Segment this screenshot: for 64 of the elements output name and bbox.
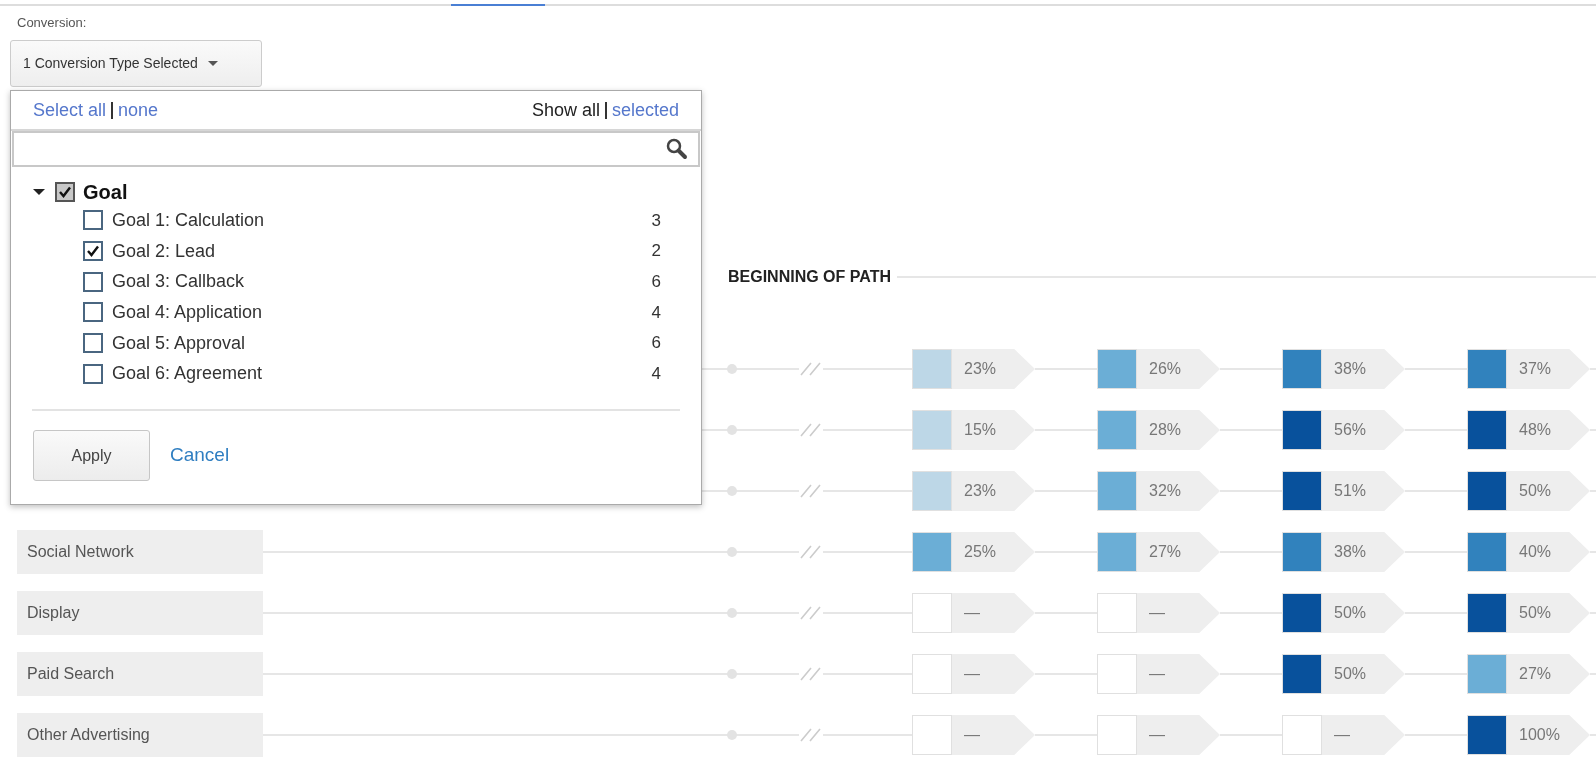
search-field[interactable] [12,131,700,167]
checkbox[interactable] [83,271,103,292]
percent-tag: 32% [1137,471,1220,511]
percent-tag: 50% [1507,593,1590,633]
checkbox[interactable] [55,182,75,202]
percent-tag: 25% [952,532,1035,572]
channel-label: Display [17,591,263,635]
percent-tag: 27% [1507,654,1590,694]
percent-tag: 51% [1322,471,1405,511]
checkbox[interactable] [83,363,103,384]
checkbox[interactable] [83,210,103,231]
percent-tag: 38% [1322,349,1405,389]
goal-label: Goal 4: Application [112,300,264,324]
percent-tag: 50% [1322,593,1405,633]
goal-count: 4 [651,301,661,324]
percent-tag: 50% [1507,471,1590,511]
conversion-dropdown[interactable]: 1 Conversion Type Selected [10,40,262,87]
percent-tag: 28% [1137,410,1220,450]
percent-tag: 27% [1137,532,1220,572]
checkbox[interactable] [83,302,103,323]
percent-tag: 38% [1322,532,1405,572]
goal-count: 4 [651,363,661,386]
percent-tag: — [1137,715,1220,755]
percent-tag: — [1137,593,1220,633]
goal-label: Goal 6: Agreement [112,362,264,386]
conversion-label: Conversion: [17,14,87,32]
expand-caret-icon[interactable] [33,189,45,195]
channel-label: Social Network [17,530,263,574]
goal-label: Goal 2: Lead [112,239,217,263]
percent-tag: — [1137,654,1220,694]
percent-tag: — [952,715,1035,755]
percent-tag: 37% [1507,349,1590,389]
percent-tag: 48% [1507,410,1590,450]
percent-tag: — [952,654,1035,694]
goal-count: 2 [651,240,661,263]
section-heading: BEGINNING OF PATH [728,267,891,287]
goal-label: Goal 1: Calculation [112,208,266,232]
percent-tag: 50% [1322,654,1405,694]
percent-tag: 15% [952,410,1035,450]
filter-link[interactable]: selected [611,96,679,124]
percent-tag: 56% [1322,410,1405,450]
checkbox[interactable] [83,333,103,354]
filter-link[interactable]: Show all [531,96,600,124]
search-icon [666,138,688,160]
checkbox[interactable] [83,241,103,262]
goal-count: 6 [651,270,661,293]
percent-tag: 100% [1507,715,1590,755]
channel-label: Paid Search [17,652,263,696]
percent-tag: — [1322,715,1405,755]
goal-count: 3 [651,209,661,232]
percent-tag: 23% [952,471,1035,511]
goal-label: Goal 5: Approval [112,331,247,355]
cancel-link[interactable]: Cancel [170,441,230,470]
select-link[interactable]: none [118,96,159,124]
percent-tag: 23% [952,349,1035,389]
select-link[interactable]: Select all [33,96,107,124]
tree-group-label: Goal [83,180,128,205]
percent-tag: — [952,593,1035,633]
percent-tag: 26% [1137,349,1220,389]
channel-label: Other Advertising [17,713,263,757]
goal-count: 6 [651,332,661,355]
percent-tag: 40% [1507,532,1590,572]
apply-button[interactable]: Apply [33,430,150,482]
goal-label: Goal 3: Callback [112,270,246,294]
